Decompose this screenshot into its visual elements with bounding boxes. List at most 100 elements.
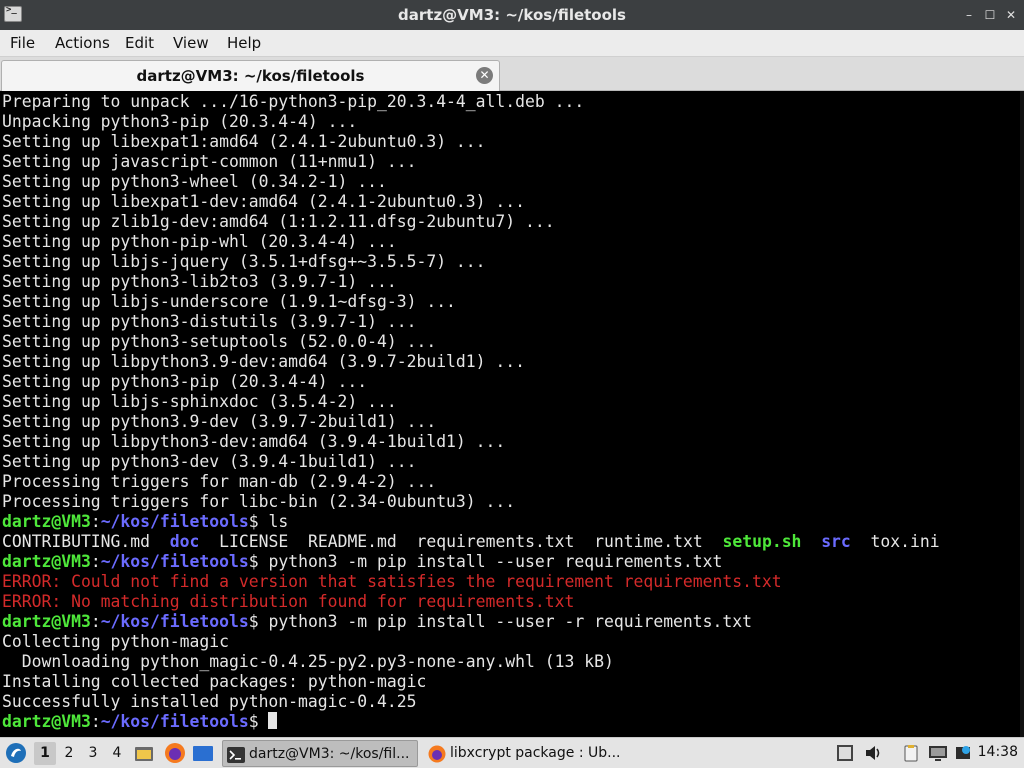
show-desktop-icon[interactable]: [192, 738, 214, 768]
prompt-line: dartz@VM3:~/kos/filetools$: [2, 712, 940, 732]
terminal-tab[interactable]: dartz@VM3: ~/kos/filetools ✕: [1, 60, 500, 91]
window-title: dartz@VM3: ~/kos/filetools: [398, 6, 626, 24]
ls-entry-file: tox.ini: [870, 532, 940, 551]
output-line: Setting up libpython3-dev:amd64 (3.9.4-1…: [2, 432, 506, 451]
prompt-separator: :: [90, 512, 101, 531]
output-line: Setting up libjs-sphinxdoc (3.5.4-2) ...: [2, 392, 397, 411]
output-line: Setting up python-pip-whl (20.3.4-4) ...: [2, 232, 397, 251]
text-cursor: [268, 712, 278, 729]
taskbar-firefox-label: libxcrypt package : Ub...: [450, 745, 620, 761]
prompt-user: dartz@VM3: [2, 612, 91, 631]
workspace-3-button[interactable]: 3: [82, 742, 104, 765]
output-line: Installing collected packages: python-ma…: [2, 672, 427, 691]
menu-bar: File Actions Edit View Help: [0, 30, 1024, 57]
start-menu-icon[interactable]: [4, 738, 28, 768]
clock[interactable]: 14:38: [978, 744, 1018, 760]
command-text: ls: [268, 512, 289, 531]
scrollbar[interactable]: [1020, 91, 1024, 737]
error-line: ERROR: No matching distribution found fo…: [2, 592, 575, 611]
taskbar-firefox-button[interactable]: libxcrypt package : Ub...: [424, 740, 620, 767]
volume-icon[interactable]: [864, 744, 882, 762]
output-line: Setting up libpython3.9-dev:amd64 (3.9.7…: [2, 352, 526, 371]
output-line: Setting up javascript-common (11+nmu1) .…: [2, 152, 417, 171]
taskbar-terminal-label: dartz@VM3: ~/kos/fil...: [249, 746, 410, 762]
output-line: Preparing to unpack .../16-python3-pip_2…: [2, 92, 585, 111]
workspace-4-button[interactable]: 4: [106, 742, 128, 765]
output-line: Successfully installed python-magic-0.4.…: [2, 692, 417, 711]
prompt-dollar: $: [248, 552, 269, 571]
ls-entry-dir: src: [821, 532, 851, 551]
firefox-icon: [428, 745, 446, 763]
tab-close-icon[interactable]: ✕: [476, 67, 493, 84]
output-line: Setting up libjs-underscore (1.9.1~dfsg-…: [2, 292, 456, 311]
prompt-dollar: $: [248, 712, 269, 731]
output-line: Setting up python3-setuptools (52.0.0-4)…: [2, 332, 437, 351]
output-line: Setting up zlib1g-dev:amd64 (1:1.2.11.df…: [2, 212, 555, 231]
ls-entry-file: runtime.txt: [594, 532, 703, 551]
window-titlebar[interactable]: dartz@VM3: ~/kos/filetools – ☐ ✕: [0, 0, 1024, 30]
ls-output-line: CONTRIBUTING.md doc LICENSE README.md re…: [2, 532, 940, 552]
tab-label: dartz@VM3: ~/kos/filetools: [136, 67, 365, 85]
prompt-separator: :: [90, 552, 101, 571]
menu-file[interactable]: File: [10, 34, 35, 52]
output-line: Setting up python3-lib2to3 (3.9.7-1) ...: [2, 272, 397, 291]
output-line: Setting up libexpat1-dev:amd64 (2.4.1-2u…: [2, 192, 526, 211]
output-line: Setting up libexpat1:amd64 (2.4.1-2ubunt…: [2, 132, 486, 151]
menu-actions[interactable]: Actions: [55, 34, 110, 52]
file-manager-icon[interactable]: [134, 738, 154, 768]
output-line: Setting up python3-pip (20.3.4-4) ...: [2, 372, 368, 391]
prompt-path: ~/kos/filetools: [100, 512, 249, 531]
ls-entry-file: LICENSE: [219, 532, 289, 551]
command-text: python3 -m pip install --user -r require…: [268, 612, 753, 631]
ls-entry-file: requirements.txt: [416, 532, 575, 551]
network-wired-icon[interactable]: [836, 744, 854, 762]
output-line: Setting up python3-wheel (0.34.2-1) ...: [2, 172, 387, 191]
maximize-button[interactable]: ☐: [981, 6, 999, 24]
prompt-line: dartz@VM3:~/kos/filetools$ python3 -m pi…: [2, 612, 940, 632]
taskbar: 1 2 3 4 dartz@VM3: ~/kos/fil... libxcryp…: [0, 737, 1024, 768]
terminal-icon: [227, 746, 245, 763]
minimize-button[interactable]: –: [960, 6, 978, 24]
output-line: Setting up python3-distutils (3.9.7-1) .…: [2, 312, 417, 331]
ls-entry-exec: setup.sh: [722, 532, 802, 551]
output-line: Unpacking python3-pip (20.3.4-4) ...: [2, 112, 358, 131]
output-line: Collecting python-magic: [2, 632, 229, 651]
prompt-user: dartz@VM3: [2, 512, 91, 531]
prompt-path: ~/kos/filetools: [100, 612, 249, 631]
prompt-user: dartz@VM3: [2, 552, 91, 571]
prompt-line: dartz@VM3:~/kos/filetools$ python3 -m pi…: [2, 552, 940, 572]
ls-entry-file: CONTRIBUTING.md: [2, 532, 151, 551]
clipboard-icon[interactable]: [902, 744, 920, 762]
terminal-lines: Preparing to unpack .../16-python3-pip_2…: [2, 92, 940, 732]
menu-help[interactable]: Help: [227, 34, 261, 52]
ls-entry-file: README.md: [307, 532, 397, 551]
output-line: Setting up libjs-jquery (3.5.1+dfsg+~3.5…: [2, 252, 486, 271]
prompt-dollar: $: [248, 512, 269, 531]
output-line: Downloading python_magic-0.4.25-py2.py3-…: [2, 652, 614, 671]
firefox-launcher-icon[interactable]: [164, 738, 186, 768]
update-notifier-icon[interactable]: [954, 744, 972, 762]
workspace-1-button[interactable]: 1: [34, 742, 56, 765]
terminal-output[interactable]: Preparing to unpack .../16-python3-pip_2…: [0, 91, 1024, 737]
close-button[interactable]: ✕: [1002, 6, 1020, 24]
output-line: Setting up python3-dev (3.9.4-1build1) .…: [2, 452, 417, 471]
error-line: ERROR: Could not find a version that sat…: [2, 572, 782, 591]
prompt-separator: :: [90, 712, 101, 731]
output-line: Processing triggers for man-db (2.9.4-2)…: [2, 472, 437, 491]
prompt-path: ~/kos/filetools: [100, 712, 249, 731]
taskbar-terminal-button[interactable]: dartz@VM3: ~/kos/fil...: [222, 740, 418, 767]
command-text: python3 -m pip install --user requiremen…: [268, 552, 723, 571]
prompt-separator: :: [90, 612, 101, 631]
menu-view[interactable]: View: [173, 34, 209, 52]
workspace-2-button[interactable]: 2: [58, 742, 80, 765]
prompt-user: dartz@VM3: [2, 712, 91, 731]
display-icon[interactable]: [928, 744, 947, 762]
prompt-path: ~/kos/filetools: [100, 552, 249, 571]
ls-entry-dir: doc: [169, 532, 200, 551]
prompt-dollar: $: [248, 612, 269, 631]
prompt-line: dartz@VM3:~/kos/filetools$ ls: [2, 512, 940, 532]
menu-edit[interactable]: Edit: [125, 34, 154, 52]
output-line: Processing triggers for libc-bin (2.34-0…: [2, 492, 516, 511]
tab-bar: dartz@VM3: ~/kos/filetools ✕: [0, 57, 1024, 91]
output-line: Setting up python3.9-dev (3.9.7-2build1)…: [2, 412, 437, 431]
